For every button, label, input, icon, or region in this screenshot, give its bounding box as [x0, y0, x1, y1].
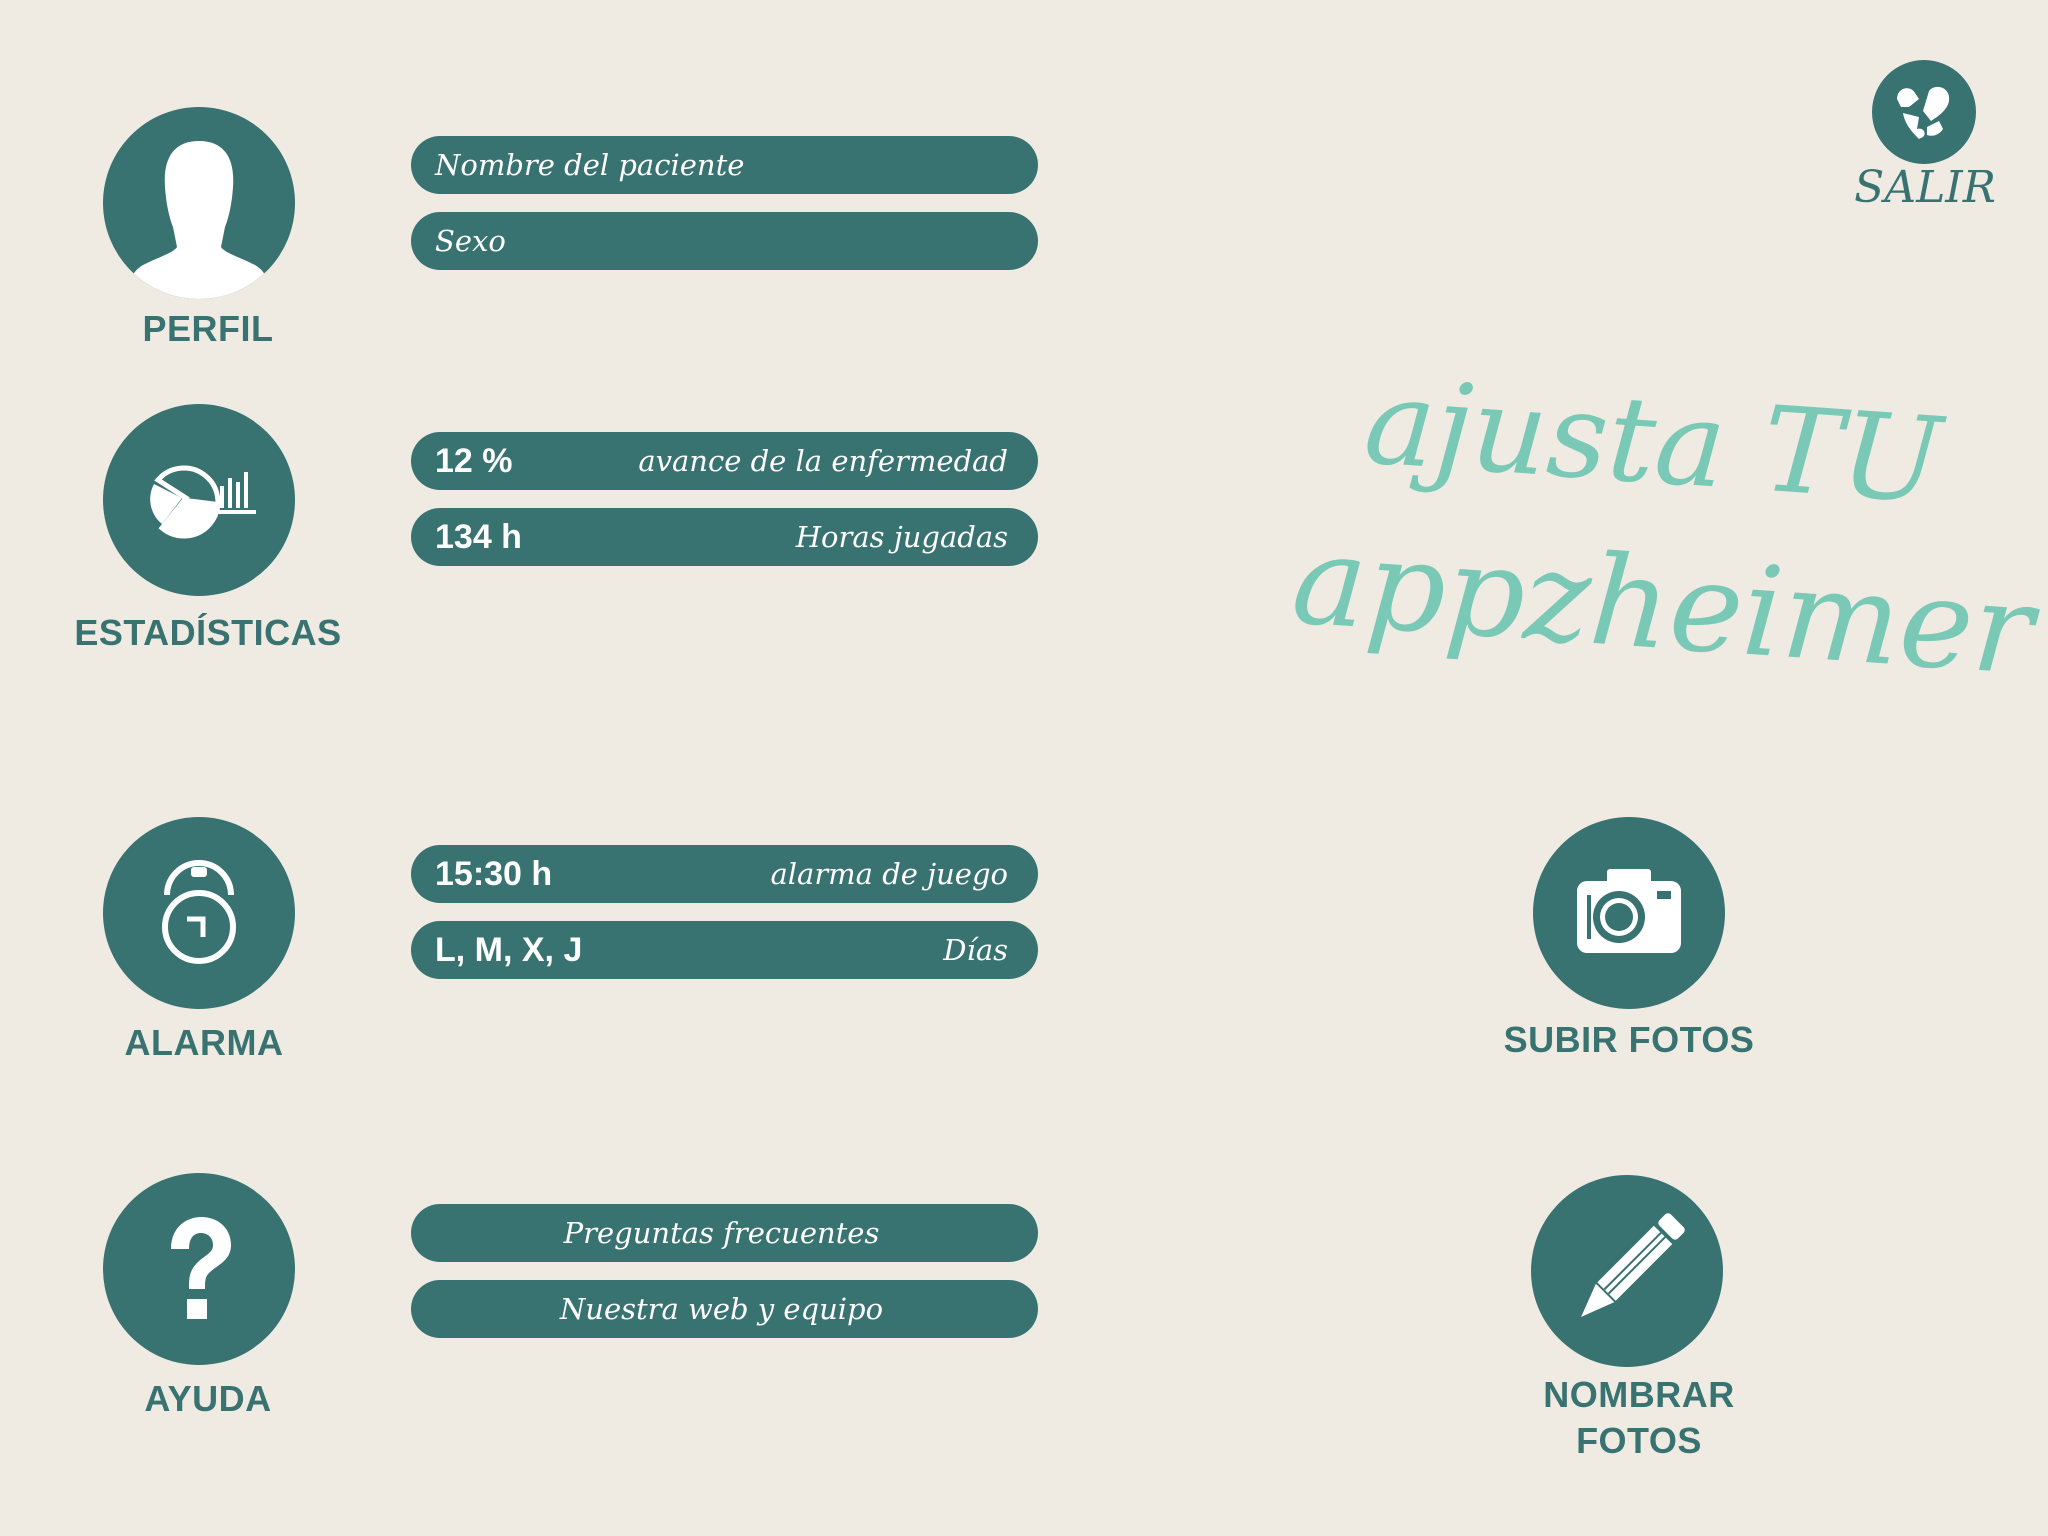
stats-button[interactable] — [103, 404, 295, 596]
pencil-icon — [1581, 1213, 1685, 1317]
game-alarm-time: 15:30 h — [435, 854, 553, 893]
web-team-link[interactable]: Nuestra web y equipo — [411, 1280, 1038, 1338]
help-button[interactable] — [103, 1173, 295, 1365]
alarm-days-caption: Días — [943, 933, 1008, 967]
game-alarm-row[interactable]: 15:30 h alarma de juego — [411, 845, 1038, 903]
sex-field[interactable]: Sexo — [411, 212, 1038, 270]
alarm-label: ALARMA — [124, 1022, 284, 1063]
question-mark-icon — [171, 1217, 231, 1319]
pie-chart-icon — [150, 465, 256, 539]
name-photos-button[interactable] — [1531, 1175, 1723, 1367]
game-alarm-caption: alarma de juego — [770, 857, 1008, 891]
profile-button[interactable] — [103, 107, 295, 299]
upload-photos-label: SUBIR FOTOS — [1503, 1019, 1755, 1060]
puzzle-heart-icon — [1897, 86, 1950, 139]
alarm-days-row[interactable]: L, M, X, J Días — [411, 921, 1038, 979]
alarm-days-value: L, M, X, J — [435, 930, 583, 969]
exit-button[interactable] — [1872, 60, 1976, 164]
disease-progress-caption: avance de la enfermedad — [638, 444, 1008, 478]
person-silhouette-icon — [127, 141, 271, 299]
alarm-button[interactable] — [103, 817, 295, 1009]
name-photos-label-line-2: FOTOS — [1576, 1420, 1702, 1461]
hours-played-value: 134 h — [435, 517, 522, 556]
name-photos-label-line-1: NOMBRAR — [1543, 1374, 1735, 1415]
help-label: AYUDA — [144, 1378, 272, 1419]
sex-label: Sexo — [435, 224, 506, 258]
alarm-clock-icon — [162, 860, 236, 964]
hours-played-row[interactable]: 134 h Horas jugadas — [411, 508, 1038, 566]
disease-progress-value: 12 % — [435, 441, 513, 480]
patient-name-label: Nombre del paciente — [435, 148, 745, 182]
headline-line-1: ajusta TU — [1360, 352, 1946, 530]
exit-label[interactable]: SALIR — [1850, 162, 2000, 213]
stats-label: ESTADÍSTICAS — [74, 612, 342, 653]
profile-label: PERFIL — [142, 308, 274, 349]
faq-link[interactable]: Preguntas frecuentes — [411, 1204, 1038, 1262]
faq-label: Preguntas frecuentes — [563, 1216, 880, 1250]
headline-line-2: appzheimer — [1287, 508, 2038, 704]
camera-icon — [1577, 869, 1681, 953]
web-team-label: Nuestra web y equipo — [559, 1292, 884, 1326]
patient-name-field[interactable]: Nombre del paciente — [411, 136, 1038, 194]
upload-photos-button[interactable] — [1533, 817, 1725, 1009]
hours-played-caption: Horas jugadas — [795, 520, 1008, 554]
disease-progress-row[interactable]: 12 % avance de la enfermedad — [411, 432, 1038, 490]
